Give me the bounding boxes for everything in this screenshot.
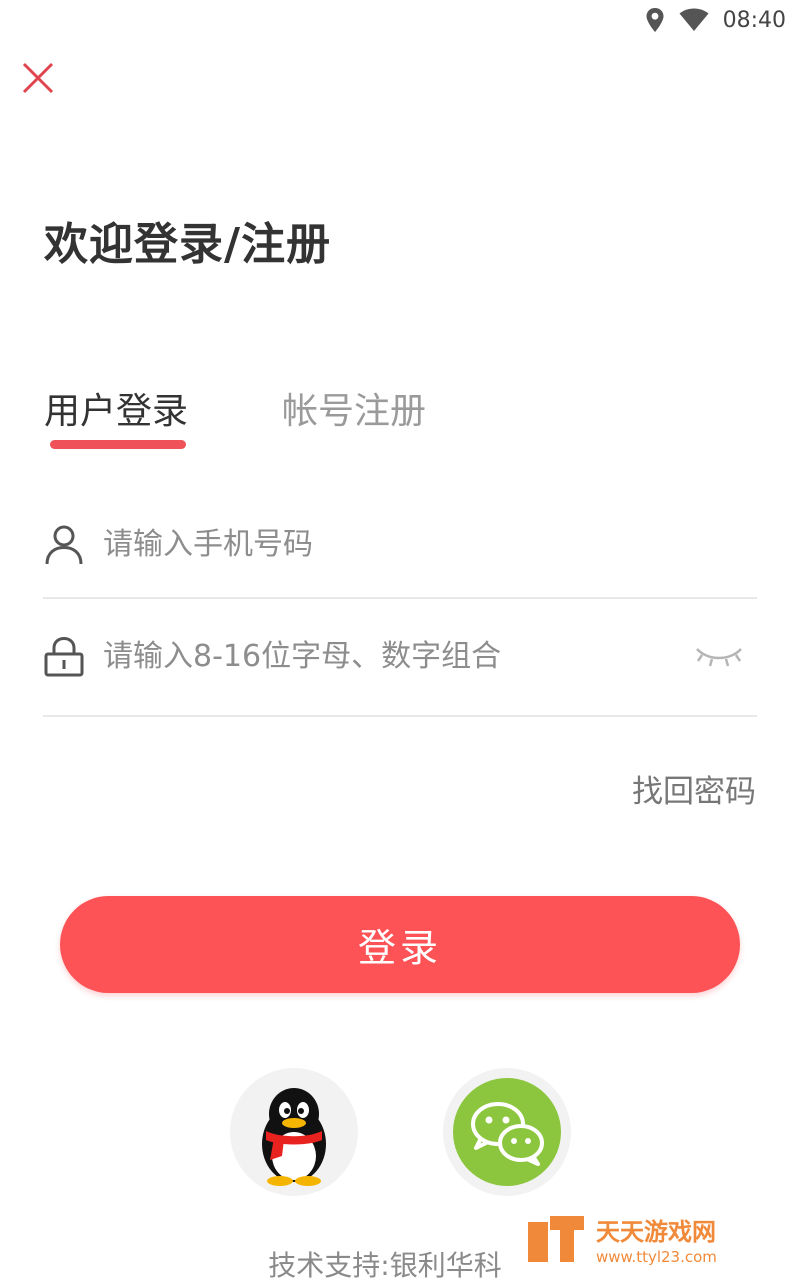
close-button[interactable] [18,58,58,98]
password-field-row [43,612,757,700]
wifi-icon [679,8,709,32]
watermark-logo: 天天游戏网 www.ttyl23.com [528,1216,717,1266]
lock-icon [44,636,84,677]
active-tab-indicator [50,440,186,449]
divider [43,715,757,717]
qq-penguin-icon [262,1088,326,1186]
tab-user-login[interactable]: 用户登录 [44,382,188,434]
status-time: 08:40 [722,7,786,33]
status-bar: 08:40 [0,0,800,40]
qq-login-button[interactable] [230,1068,358,1196]
login-button[interactable]: 登录 [60,896,740,993]
wechat-login-button[interactable] [443,1068,571,1196]
eye-closed-icon[interactable] [693,641,745,671]
phone-input[interactable] [103,514,757,574]
user-icon [45,525,83,565]
page-title: 欢迎登录/注册 [44,219,332,270]
divider [43,597,757,599]
phone-field-row [43,500,757,588]
tab-account-register[interactable]: 帐号注册 [282,382,426,434]
watermark-name: 天天游戏网 [596,1218,716,1246]
watermark-url: www.ttyl23.com [596,1248,717,1266]
close-icon [22,62,54,94]
login-screen: 08:40 欢迎登录/注册 用户登录 帐号注册 请输入手机号码 找回密码 登录 … [0,0,800,1280]
wechat-icon [453,1078,561,1186]
password-input[interactable] [103,626,693,686]
location-icon [645,7,665,33]
forgot-password-link[interactable]: 找回密码 [632,766,756,811]
